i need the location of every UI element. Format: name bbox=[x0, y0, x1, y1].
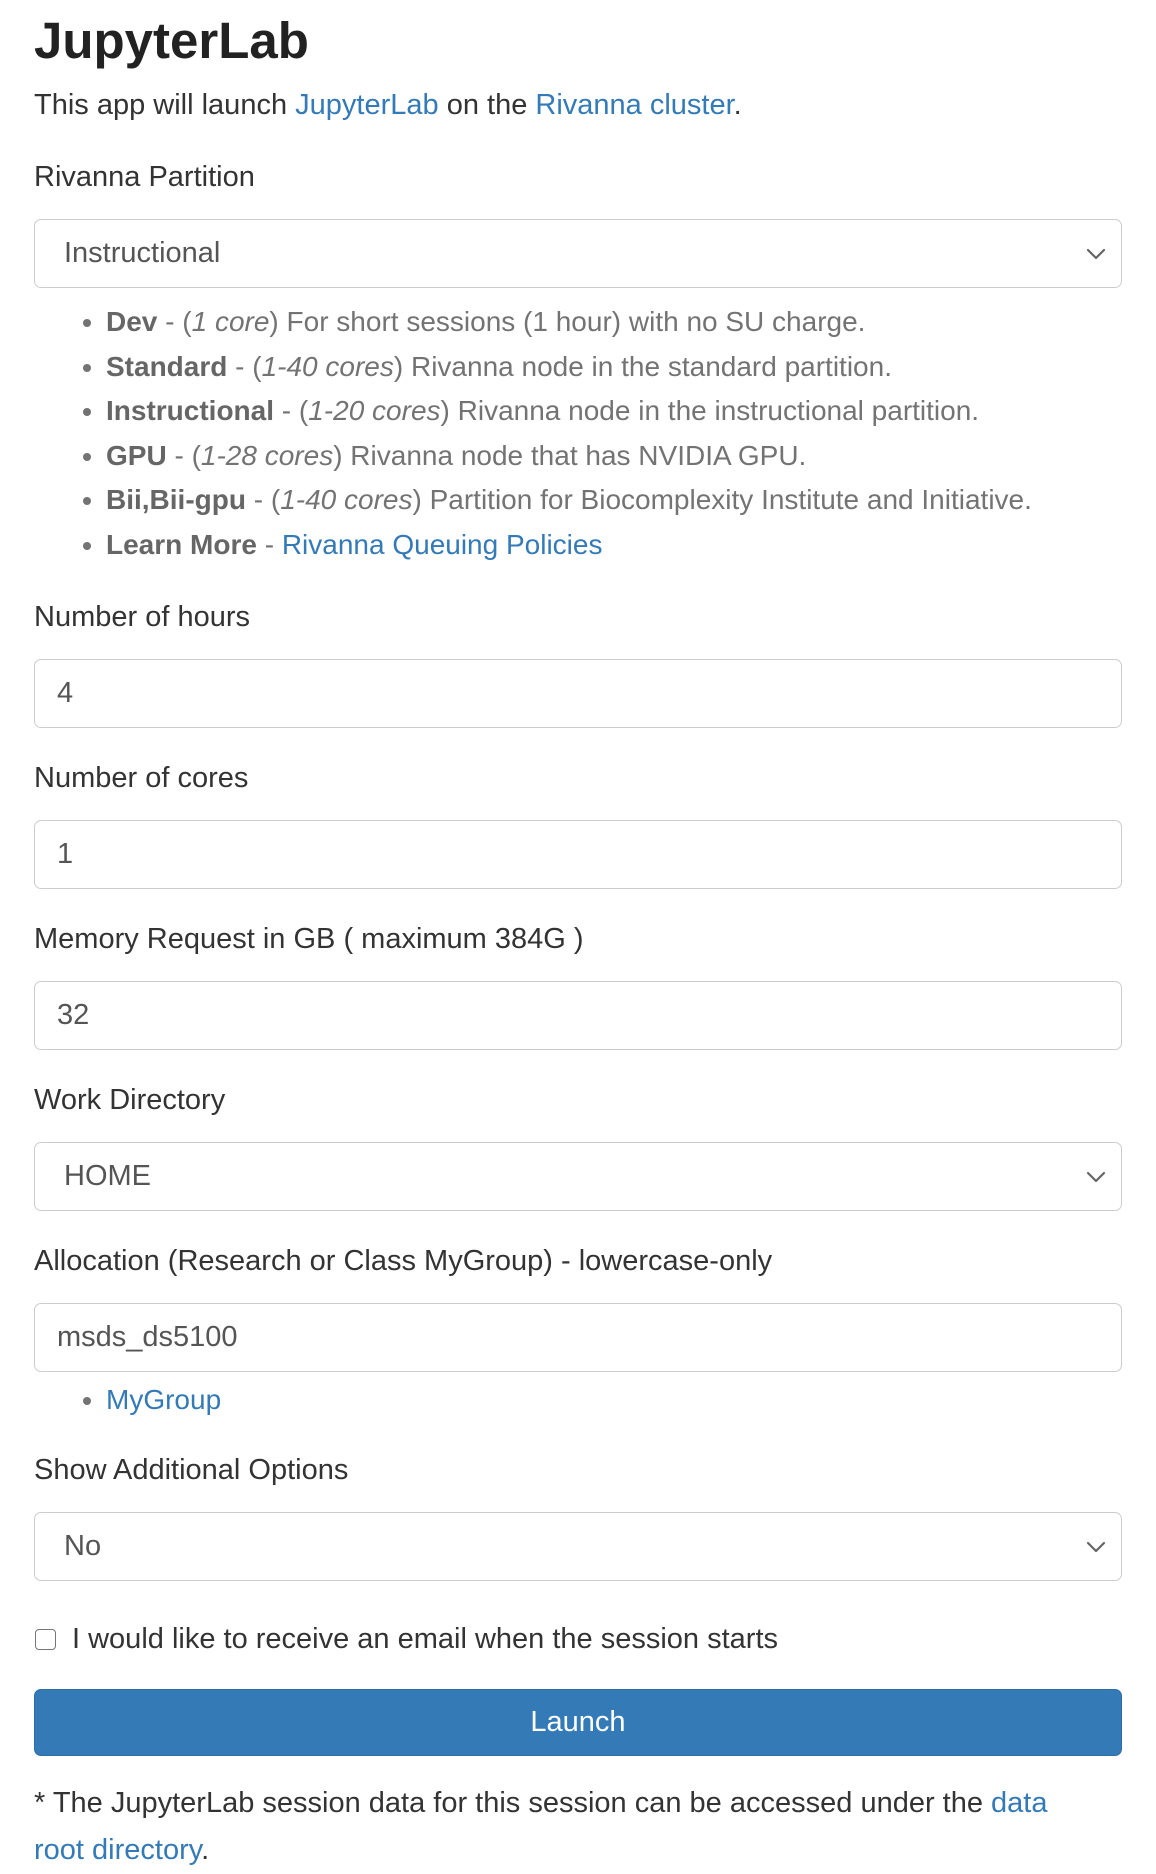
hours-input[interactable]: 4 bbox=[34, 659, 1122, 728]
help-desc: Rivanna node that has NVIDIA GPU. bbox=[342, 439, 807, 471]
help-cores: 1-40 cores bbox=[261, 350, 394, 382]
additional-options-selected-value: No bbox=[64, 1530, 102, 1562]
intro-prefix: This app will launch bbox=[34, 89, 296, 121]
hours-label: Number of hours bbox=[34, 601, 250, 633]
email-checkbox-label[interactable]: I would like to receive an email when th… bbox=[72, 1619, 778, 1659]
launch-button[interactable]: Launch bbox=[34, 1689, 1122, 1756]
chevron-down-icon bbox=[1086, 1541, 1106, 1552]
workdir-selected-value: HOME bbox=[64, 1160, 151, 1192]
help-cores: 1-20 cores bbox=[308, 395, 441, 426]
partition-select[interactable]: Instructional bbox=[34, 219, 1122, 288]
list-item: Bii,Bii-gpu - (1-40 cores) Partition for… bbox=[106, 478, 1122, 523]
additional-options-select[interactable]: No bbox=[34, 1512, 1122, 1581]
list-item: Standard - (1-40 cores) Rivanna node in … bbox=[106, 345, 1122, 390]
help-sep: - ( bbox=[157, 306, 192, 337]
cores-group: Number of cores 1 bbox=[34, 758, 1122, 889]
memory-label: Memory Request in GB ( maximum 384G ) bbox=[34, 923, 584, 955]
cores-input[interactable]: 1 bbox=[34, 820, 1122, 889]
footnote-suffix: . bbox=[201, 1834, 210, 1866]
chevron-down-icon bbox=[1086, 248, 1106, 259]
workdir-select[interactable]: HOME bbox=[34, 1142, 1122, 1211]
jupyterlab-link[interactable]: JupyterLab bbox=[295, 89, 439, 121]
footnote: * The JupyterLab session data for this s… bbox=[34, 1780, 1122, 1874]
help-sep: - ( bbox=[166, 439, 201, 471]
help-close: ) bbox=[440, 395, 450, 426]
memory-input[interactable]: 32 bbox=[34, 981, 1122, 1050]
allocation-help-list: MyGroup bbox=[34, 1380, 1122, 1420]
help-term: GPU bbox=[106, 439, 167, 471]
chevron-down-icon bbox=[1086, 1171, 1106, 1182]
help-term: Instructional bbox=[106, 395, 275, 426]
cores-label: Number of cores bbox=[34, 762, 249, 794]
mygroup-link[interactable]: MyGroup bbox=[106, 1384, 221, 1415]
list-item: Instructional - (1-20 cores) Rivanna nod… bbox=[106, 389, 1122, 434]
help-term: Standard bbox=[106, 350, 228, 382]
additional-options-label: Show Additional Options bbox=[34, 1454, 349, 1486]
allocation-group: Allocation (Research or Class MyGroup) -… bbox=[34, 1241, 1122, 1420]
help-term: Learn More bbox=[106, 528, 257, 560]
help-desc: Rivanna node in the standard partition. bbox=[403, 350, 892, 382]
help-close: ) bbox=[393, 350, 404, 382]
help-cores: 1-28 cores bbox=[200, 439, 334, 471]
list-item: GPU - (1-28 cores) Rivanna node that has… bbox=[106, 434, 1122, 479]
help-desc: For short sessions (1 hour) with no SU c… bbox=[278, 306, 866, 337]
partition-label: Rivanna Partition bbox=[34, 161, 255, 193]
page-title: JupyterLab bbox=[34, 12, 309, 69]
email-checkbox[interactable] bbox=[35, 1628, 56, 1650]
footnote-text: * The JupyterLab session data for this s… bbox=[34, 1787, 992, 1819]
help-sep: - ( bbox=[245, 484, 281, 515]
queuing-policies-link[interactable]: Rivanna Queuing Policies bbox=[282, 529, 603, 560]
hours-group: Number of hours 4 bbox=[34, 597, 1122, 728]
cores-value: 1 bbox=[57, 838, 74, 870]
hours-value: 4 bbox=[57, 677, 74, 709]
help-close: ) bbox=[269, 306, 279, 337]
memory-value: 32 bbox=[57, 999, 90, 1031]
session-form-page: JupyterLab This app will launch JupyterL… bbox=[0, 0, 1156, 1874]
partition-help-list: Dev - (1 core) For short sessions (1 hou… bbox=[34, 300, 1122, 567]
help-cores: 1 core bbox=[191, 306, 270, 337]
intro-suffix: . bbox=[733, 89, 742, 121]
help-desc: Rivanna node in the instructional partit… bbox=[449, 395, 980, 426]
help-sep: - bbox=[256, 528, 282, 560]
allocation-label: Allocation (Research or Class MyGroup) -… bbox=[34, 1245, 773, 1277]
help-close: ) bbox=[333, 439, 343, 471]
intro-text: This app will launch JupyterLab on the R… bbox=[34, 85, 1122, 125]
intro-middle: on the bbox=[438, 89, 536, 121]
partition-group: Rivanna Partition Instructional Dev - (1… bbox=[34, 157, 1122, 567]
workdir-label: Work Directory bbox=[34, 1084, 226, 1116]
help-close: ) bbox=[412, 484, 422, 515]
launch-button-label: Launch bbox=[530, 1706, 626, 1738]
help-term: Bii,Bii-gpu bbox=[106, 484, 246, 515]
help-term: Dev bbox=[106, 306, 158, 337]
list-item: Learn More - Rivanna Queuing Policies bbox=[106, 523, 1122, 568]
workdir-group: Work Directory HOME bbox=[34, 1080, 1122, 1211]
help-desc: Partition for Biocomplexity Institute an… bbox=[421, 484, 1032, 515]
additional-options-group: Show Additional Options No bbox=[34, 1450, 1122, 1581]
help-sep: - ( bbox=[274, 395, 309, 426]
list-item: MyGroup bbox=[106, 1380, 1122, 1420]
allocation-value: msds_ds5100 bbox=[57, 1321, 238, 1353]
list-item: Dev - (1 core) For short sessions (1 hou… bbox=[106, 300, 1122, 345]
help-sep: - ( bbox=[227, 350, 262, 382]
allocation-input[interactable]: msds_ds5100 bbox=[34, 1303, 1122, 1372]
help-cores: 1-40 cores bbox=[280, 484, 413, 515]
rivanna-cluster-link[interactable]: Rivanna cluster bbox=[535, 89, 733, 121]
email-checkbox-row: I would like to receive an email when th… bbox=[34, 1619, 1122, 1659]
partition-selected-value: Instructional bbox=[64, 237, 221, 269]
memory-group: Memory Request in GB ( maximum 384G ) 32 bbox=[34, 919, 1122, 1050]
